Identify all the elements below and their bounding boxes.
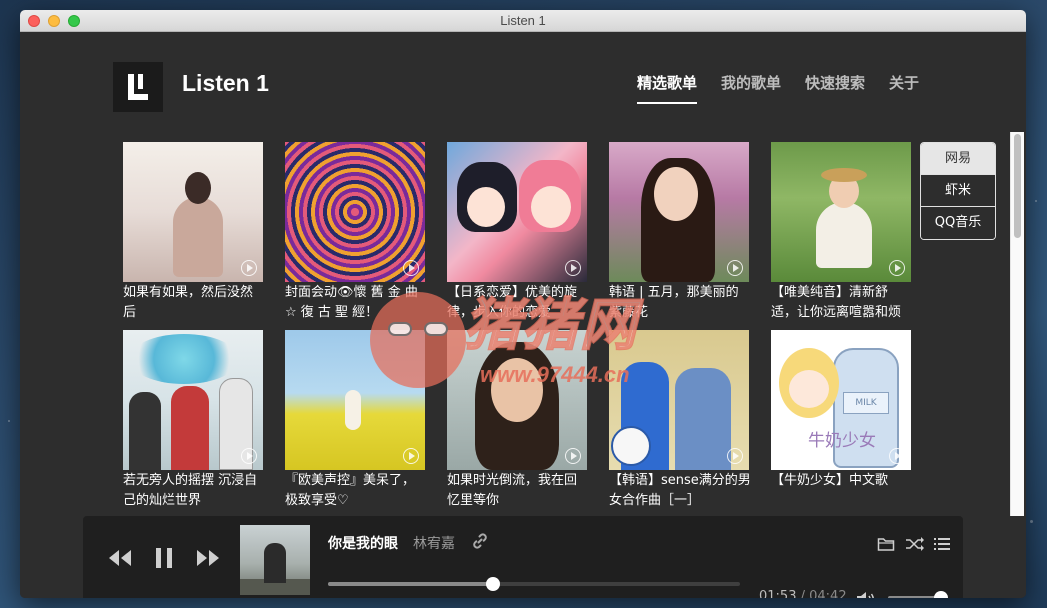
title-bar: Listen 1 (20, 10, 1026, 32)
playlist-title[interactable]: 如果有如果，然后没然后 (123, 283, 265, 323)
next-track-icon[interactable] (195, 548, 221, 568)
play-icon[interactable] (565, 260, 581, 276)
playlist-card[interactable]: 韩语 | 五月，那美丽的紫藤花 (609, 142, 751, 323)
play-icon[interactable] (565, 448, 581, 464)
playlist-cover[interactable] (771, 142, 911, 282)
playlist-title[interactable]: 韩语 | 五月，那美丽的紫藤花 (609, 283, 751, 323)
playlist-cover[interactable]: MILK 牛奶少女 (771, 330, 911, 470)
playlist-title[interactable]: 【唯美纯音】清新舒适，让你远离喧嚣和烦恼 (771, 283, 913, 323)
shuffle-icon[interactable] (905, 536, 925, 552)
source-xiami[interactable]: 虾米 (921, 175, 995, 207)
playlist-cover[interactable] (285, 142, 425, 282)
playlist-cover[interactable] (123, 330, 263, 470)
progress-slider[interactable] (328, 574, 740, 594)
play-icon[interactable] (727, 260, 743, 276)
playlist-title[interactable]: 【日系恋爱】优美的旋律，步入你的恋爱 (447, 283, 589, 323)
playlist-icon[interactable] (933, 536, 951, 552)
player-bar: 你是我的眼 林宥嘉 01:53 / 04:42 (83, 516, 963, 598)
tab-about[interactable]: 关于 (889, 72, 919, 104)
artist-name[interactable]: 林宥嘉 (413, 533, 455, 553)
progress-fill (328, 582, 493, 586)
playlist-title[interactable]: 『欧美声控』美呆了，极致享受♡ (285, 471, 427, 506)
link-icon[interactable] (471, 532, 489, 550)
playlist-cover[interactable] (285, 330, 425, 470)
play-icon[interactable] (889, 448, 905, 464)
playlist-card[interactable]: 如果时光倒流，我在回忆里等你 (447, 330, 589, 506)
app-logo (113, 62, 163, 112)
volume-handle[interactable] (933, 591, 948, 598)
app-name: Listen 1 (182, 70, 269, 96)
time-separator: / (796, 589, 810, 598)
main-content: Listen 1 精选歌单 我的歌单 快速搜索 关于 如果有如果，然后没然后 封… (20, 32, 1026, 598)
tab-quick-search[interactable]: 快速搜索 (805, 72, 865, 104)
volume-slider[interactable] (888, 588, 948, 598)
time-display: 01:53 / 04:42 (759, 589, 847, 598)
scrollbar[interactable] (1010, 132, 1024, 516)
scrollbar-thumb[interactable] (1014, 134, 1021, 238)
app-window: Listen 1 Listen 1 精选歌单 我的歌单 快速搜索 关于 如果有如… (20, 10, 1026, 598)
volume-fill (888, 596, 941, 598)
playlist-cover[interactable] (447, 330, 587, 470)
total-time: 04:42 (809, 589, 847, 598)
playlist-card[interactable]: 『欧美声控』美呆了，极致享受♡ (285, 330, 427, 506)
playlist-card[interactable]: MILK 牛奶少女 【牛奶少女】中文歌 (771, 330, 913, 506)
source-selector: 网易 虾米 QQ音乐 (920, 142, 996, 240)
play-icon[interactable] (403, 260, 419, 276)
volume-icon[interactable] (855, 590, 877, 598)
current-time: 01:53 (759, 589, 797, 598)
playlist-card[interactable]: 【日系恋爱】优美的旋律，步入你的恋爱 (447, 142, 589, 323)
playlist-card[interactable]: 若无旁人的摇摆 沉浸自己的灿烂世界 (123, 330, 265, 506)
playlist-cover[interactable] (123, 142, 263, 282)
playlist-cover[interactable] (609, 330, 749, 470)
cover-caption: 牛奶少女 (808, 431, 876, 451)
play-icon[interactable] (241, 260, 257, 276)
playlist-title[interactable]: 若无旁人的摇摆 沉浸自己的灿烂世界 (123, 471, 265, 506)
source-netease[interactable]: 网易 (921, 143, 995, 175)
play-icon[interactable] (727, 448, 743, 464)
pause-icon[interactable] (153, 548, 175, 568)
play-icon[interactable] (403, 448, 419, 464)
playlist-card[interactable]: 【唯美纯音】清新舒适，让你远离喧嚣和烦恼 (771, 142, 913, 323)
logo-icon (128, 74, 148, 100)
playlist-card[interactable]: 封面会动👁懷 舊 金 曲☆ 復 古 聖 經！ (285, 142, 427, 323)
playlist-title[interactable]: 封面会动👁懷 舊 金 曲☆ 復 古 聖 經！ (285, 283, 427, 323)
song-title: 你是我的眼 (328, 536, 398, 552)
playlist-card[interactable]: 如果有如果，然后没然后 (123, 142, 265, 323)
source-qq-music[interactable]: QQ音乐 (921, 207, 995, 239)
playlist-cover[interactable] (447, 142, 587, 282)
play-icon[interactable] (889, 260, 905, 276)
milk-label: MILK (843, 392, 889, 414)
playlist-cover[interactable] (609, 142, 749, 282)
folder-icon[interactable] (877, 536, 895, 552)
playlist-title[interactable]: 如果时光倒流，我在回忆里等你 (447, 471, 589, 506)
previous-track-icon[interactable] (107, 548, 133, 568)
progress-handle[interactable] (485, 577, 500, 591)
playlist-title[interactable]: 【韩语】sense满分的男女合作曲［一］ (609, 471, 751, 506)
tab-featured-playlists[interactable]: 精选歌单 (637, 72, 698, 104)
playlist-grid: 如果有如果，然后没然后 封面会动👁懷 舊 金 曲☆ 復 古 聖 經！ 【日系恋爱… (123, 142, 933, 506)
window-title: Listen 1 (500, 13, 546, 28)
playlist-title[interactable]: 【牛奶少女】中文歌 (771, 471, 913, 506)
tab-my-playlists[interactable]: 我的歌单 (721, 72, 781, 104)
album-art[interactable] (240, 525, 310, 595)
main-nav: 精选歌单 我的歌单 快速搜索 关于 (637, 72, 943, 104)
play-icon[interactable] (241, 448, 257, 464)
playlist-card[interactable]: 【韩语】sense满分的男女合作曲［一］ (609, 330, 751, 506)
